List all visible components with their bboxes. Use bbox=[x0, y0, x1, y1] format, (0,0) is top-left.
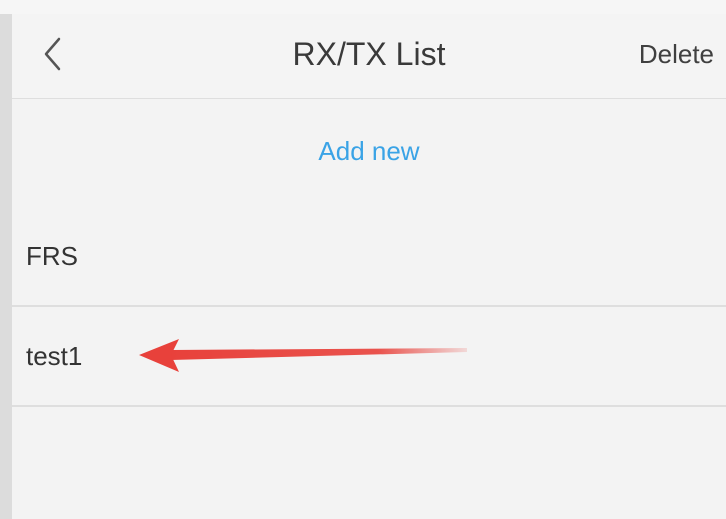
add-new-button[interactable]: Add new bbox=[12, 136, 726, 167]
delete-button[interactable]: Delete bbox=[639, 14, 714, 98]
rx-tx-list: FRS test1 bbox=[12, 207, 726, 407]
list-item-label: test1 bbox=[26, 341, 83, 371]
rx-tx-list-screen: RX/TX List Delete Add new FRS test1 bbox=[12, 14, 726, 519]
nav-header: RX/TX List Delete bbox=[12, 14, 726, 99]
list-item-frs[interactable]: FRS bbox=[12, 207, 726, 307]
left-edge bbox=[0, 14, 12, 519]
list-item-test1[interactable]: test1 bbox=[12, 307, 726, 407]
list-item-label: FRS bbox=[26, 241, 78, 271]
top-strip bbox=[0, 0, 726, 14]
page-title: RX/TX List bbox=[292, 36, 446, 72]
